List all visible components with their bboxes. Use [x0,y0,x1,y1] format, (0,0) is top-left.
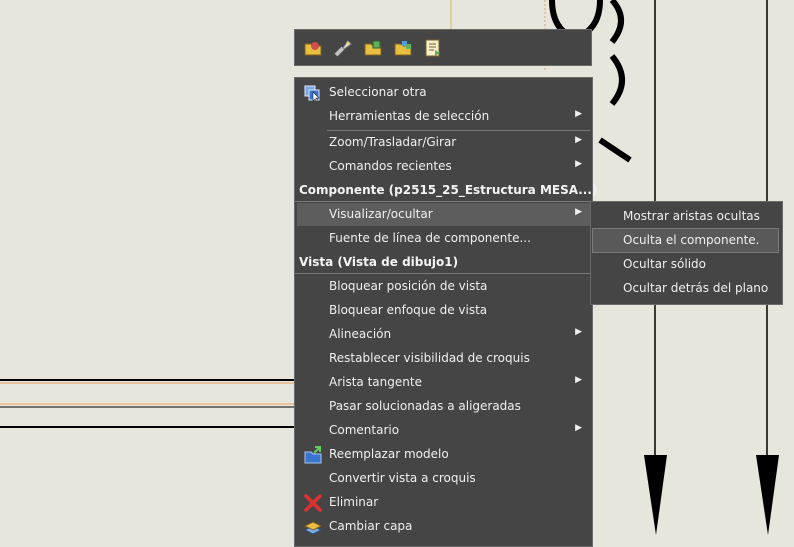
menu-item-label: Fuente de línea de componente... [329,231,531,245]
submenu-arrow-icon: ▶ [575,207,582,217]
delete-icon [303,493,323,513]
menu-item-zoom-trasladar-girar[interactable]: Zoom/Trasladar/Girar ▶ [297,131,590,154]
menu-item-comentario[interactable]: Comentario ▶ [297,419,590,442]
submenu-item-label: Mostrar aristas ocultas [623,209,760,223]
menu-item-label: Comandos recientes [329,159,452,173]
menu-item-label: Alineación [329,327,392,341]
submenu-item-ocultar-detras-del-plano[interactable]: Ocultar detrás del plano [593,277,778,300]
submenu-item-oculta-el-componente[interactable]: Oculta el componente. [592,228,779,253]
menu-item-eliminar[interactable]: Eliminar [297,491,590,514]
open-part-icon[interactable] [361,36,385,60]
submenu-arrow-icon: ▶ [575,327,582,337]
menu-item-visualizar-ocultar[interactable]: Visualizar/ocultar ▶ [297,203,590,226]
menu-item-arista-tangente[interactable]: Arista tangente ▶ [297,371,590,394]
menu-separator [295,273,590,274]
menu-item-comandos-recientes[interactable]: Comandos recientes ▶ [297,155,590,178]
menu-item-label: Reemplazar modelo [329,447,449,461]
menu-section-header: Componente (p2515_25_Estructura MESA...) [297,179,597,202]
submenu-item-ocultar-solido[interactable]: Ocultar sólido [593,253,778,276]
submenu-arrow-icon: ▶ [575,375,582,385]
menu-item-pasar-solucionadas-a-aligeradas[interactable]: Pasar solucionadas a aligeradas [297,395,590,418]
part-properties-icon[interactable] [421,36,445,60]
section-label: Componente (p2515_25_Estructura MESA...) [299,183,598,197]
submenu-arrow-icon: ▶ [575,423,582,433]
context-toolbar [294,29,592,66]
menu-item-bloquear-enfoque-de-vista[interactable]: Bloquear enfoque de vista [297,299,590,322]
menu-separator [295,201,590,202]
open-drawing-icon[interactable] [301,36,325,60]
submenu-item-mostrar-aristas-ocultas[interactable]: Mostrar aristas ocultas [593,205,778,228]
context-menu: Seleccionar otra Herramientas de selecció… [294,77,597,547]
menu-item-convertir-vista-a-croquis[interactable]: Convertir vista a croquis [297,467,590,490]
select-other-icon [303,83,323,103]
change-layer-icon [303,517,323,537]
open-assembly-icon[interactable] [391,36,415,60]
menu-item-label: Seleccionar otra [329,85,427,99]
menu-section-header: Vista (Vista de dibujo1) [297,251,590,274]
menu-item-reemplazar-modelo[interactable]: Reemplazar modelo [297,443,590,466]
menu-item-label: Bloquear enfoque de vista [329,303,488,317]
menu-item-restablecer-visibilidad-de-croquis[interactable]: Restablecer visibilidad de croquis [297,347,590,370]
menu-item-label: Arista tangente [329,375,422,389]
menu-item-herramientas-de-seleccion[interactable]: Herramientas de selección ▶ [297,105,590,128]
menu-item-label: Restablecer visibilidad de croquis [329,351,530,365]
flashlight-icon[interactable] [331,36,355,60]
menu-item-seleccionar-otra[interactable]: Seleccionar otra [297,81,590,104]
submenu-item-label: Ocultar detrás del plano [623,281,769,295]
menu-item-label: Herramientas de selección [329,109,490,123]
visualize-hide-submenu: Mostrar aristas ocultas Oculta el compone… [590,201,783,305]
menu-item-label: Zoom/Trasladar/Girar [329,135,457,149]
menu-item-alineacion[interactable]: Alineación ▶ [297,323,590,346]
menu-item-label: Visualizar/ocultar [329,207,433,221]
submenu-item-label: Oculta el componente. [623,233,760,247]
submenu-arrow-icon: ▶ [575,109,582,119]
menu-item-fuente-de-linea-de-componente[interactable]: Fuente de línea de componente... [297,227,590,250]
menu-item-bloquear-posicion-de-vista[interactable]: Bloquear posición de vista [297,275,590,298]
menu-item-label: Comentario [329,423,400,437]
menu-item-label: Eliminar [329,495,379,509]
menu-item-label: Cambiar capa [329,519,413,533]
menu-item-label: Pasar solucionadas a aligeradas [329,399,521,413]
submenu-arrow-icon: ▶ [575,135,582,145]
submenu-arrow-icon: ▶ [575,159,582,169]
section-label: Vista (Vista de dibujo1) [299,255,459,269]
menu-item-label: Convertir vista a croquis [329,471,476,485]
menu-item-label: Bloquear posición de vista [329,279,488,293]
submenu-item-label: Ocultar sólido [623,257,707,271]
replace-model-icon [303,445,323,465]
